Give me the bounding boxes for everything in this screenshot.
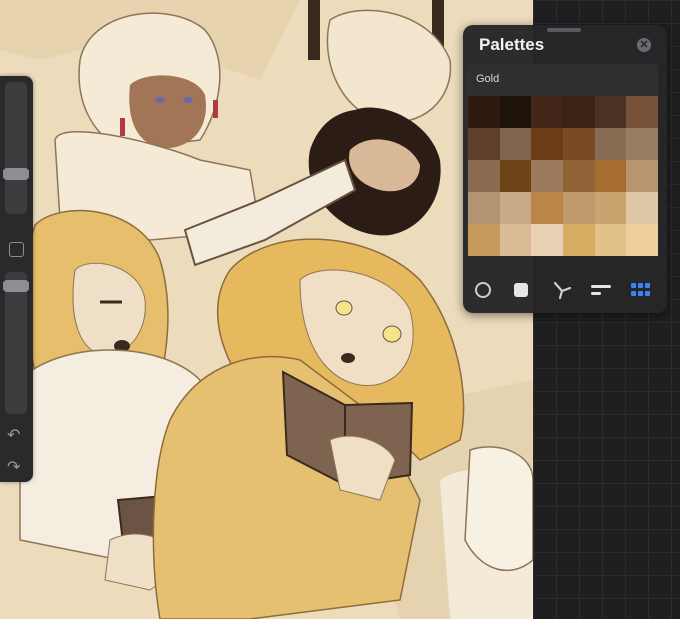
color-swatch[interactable] [531,128,563,160]
color-swatch[interactable] [499,128,532,160]
grid-icon [631,283,650,296]
color-swatch[interactable] [468,192,500,224]
color-swatch[interactable] [499,96,532,128]
tab-value[interactable] [589,279,613,301]
color-swatch[interactable] [626,128,658,160]
opacity-slider[interactable] [3,272,29,414]
color-swatch[interactable] [562,128,595,160]
color-swatch[interactable] [594,192,627,224]
color-swatch[interactable] [626,96,658,128]
color-swatch[interactable] [594,160,627,192]
tab-classic[interactable] [509,279,533,301]
canvas-artwork[interactable] [0,0,533,619]
palettes-panel: Palettes ✕ Gold [463,25,667,313]
color-swatch[interactable] [562,160,595,192]
color-swatch[interactable] [594,224,627,256]
color-swatch[interactable] [499,192,532,224]
close-icon[interactable]: ✕ [637,38,651,52]
panel-title: Palettes [479,35,545,54]
color-swatch[interactable] [562,224,595,256]
tab-harmony[interactable] [550,279,574,301]
color-swatch[interactable] [468,96,500,128]
color-swatch[interactable] [594,96,627,128]
harmony-icon [553,281,572,300]
color-swatch[interactable] [531,96,563,128]
color-swatch[interactable] [468,224,500,256]
panel-grabber[interactable] [547,28,581,32]
tab-color-disc[interactable] [471,279,495,301]
redo-icon[interactable]: ↷ [7,460,20,476]
color-swatch[interactable] [626,160,658,192]
palette-card-gold[interactable]: Gold [466,64,658,256]
opacity-thumb[interactable] [3,280,29,292]
modify-button[interactable] [9,242,24,257]
square-icon [514,283,528,297]
brush-size-slider[interactable] [3,82,29,214]
color-swatch[interactable] [626,192,658,224]
circle-icon [475,282,491,298]
palette-name: Gold [476,73,500,85]
color-swatch[interactable] [468,128,500,160]
color-swatch[interactable] [531,192,563,224]
color-swatch[interactable] [626,224,658,256]
color-swatch[interactable] [499,160,532,192]
swatch-grid [468,96,658,256]
brush-size-thumb[interactable] [3,168,29,180]
left-sidebar: ↶ ↷ [0,76,33,482]
color-swatch[interactable] [468,160,500,192]
color-swatch[interactable] [499,224,532,256]
color-swatch[interactable] [562,192,595,224]
color-swatch[interactable] [562,96,595,128]
color-swatch[interactable] [531,160,563,192]
tab-palettes[interactable] [629,279,653,301]
color-mode-tabbar [463,273,667,307]
color-swatch[interactable] [531,224,563,256]
color-swatch[interactable] [594,128,627,160]
sliders-icon [591,285,611,295]
undo-icon[interactable]: ↶ [7,428,20,444]
